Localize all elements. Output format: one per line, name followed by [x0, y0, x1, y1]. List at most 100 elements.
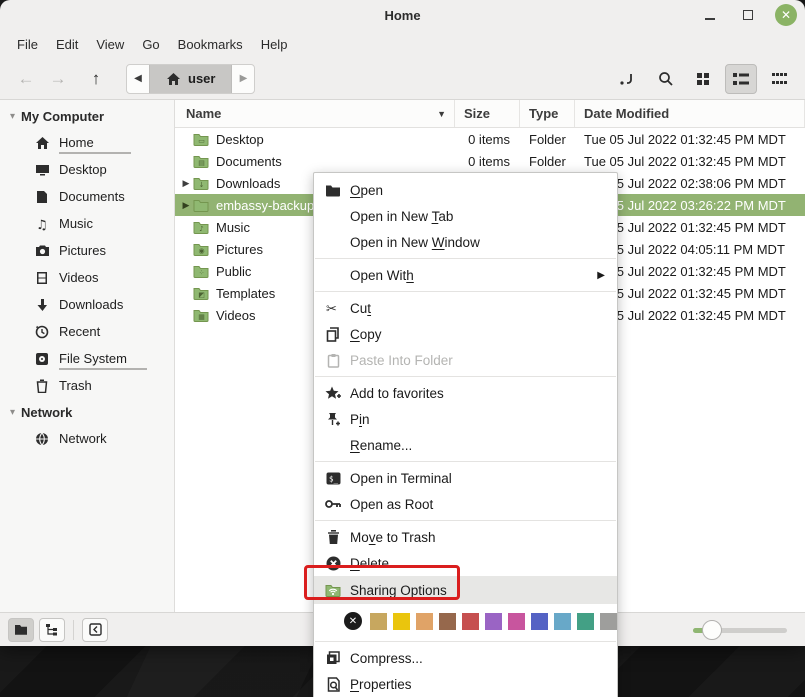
key-icon	[325, 499, 341, 509]
sidebar: ▾ My Computer Home Desktop Documents ♫ M…	[0, 100, 175, 612]
expander-icon[interactable]: ▶	[179, 178, 193, 189]
menu-item-rename[interactable]: Rename...	[314, 432, 617, 458]
list-view-button[interactable]	[725, 64, 757, 94]
color-swatch[interactable]	[531, 613, 548, 630]
menu-item-open-with[interactable]: Open With ▶	[314, 262, 617, 288]
expander-icon[interactable]: ▶	[179, 200, 193, 211]
menubar-item-go[interactable]: Go	[133, 33, 168, 56]
close-button[interactable]: ✕	[775, 4, 797, 26]
compress-icon	[326, 651, 340, 665]
column-headers: Name▼ Size Type Date Modified	[175, 100, 805, 128]
color-swatch[interactable]	[554, 613, 571, 630]
icon-view-button[interactable]	[687, 64, 719, 94]
search-button[interactable]	[649, 64, 681, 94]
zoom-slider-knob[interactable]	[702, 620, 722, 640]
places-toggle-button[interactable]	[8, 618, 34, 642]
menu-item-open[interactable]: Open	[314, 177, 617, 203]
menu-item-copy[interactable]: Copy	[314, 321, 617, 347]
sidebar-item-documents[interactable]: Documents	[0, 183, 174, 210]
open-folder-icon	[325, 184, 341, 197]
forward-button[interactable]: →	[42, 64, 74, 94]
menu-separator	[315, 641, 616, 642]
menubar-item-file[interactable]: File	[8, 33, 47, 56]
menu-item-cut[interactable]: ✂ Cut	[314, 295, 617, 321]
sidebar-item-trash[interactable]: Trash	[0, 372, 174, 399]
breadcrumb-item-user[interactable]: user	[149, 65, 232, 93]
file-row-desktop[interactable]: ▭ Desktop 0 items Folder Tue 05 Jul 2022…	[175, 128, 805, 150]
maximize-button[interactable]	[737, 4, 759, 26]
folder-downloads-icon: ↓	[193, 176, 209, 190]
menubar-item-edit[interactable]: Edit	[47, 33, 87, 56]
folder-desktop-icon: ▭	[193, 132, 209, 146]
menubar-item-bookmarks[interactable]: Bookmarks	[169, 33, 252, 56]
breadcrumb: ◀ user ▶	[126, 64, 255, 94]
menu-separator	[315, 376, 616, 377]
breadcrumb-scroll-right-button[interactable]: ▶	[232, 65, 254, 93]
chevron-right-icon: ▶	[240, 73, 248, 84]
menubar: FileEditViewGoBookmarksHelp	[0, 30, 805, 58]
hide-sidebar-button[interactable]	[82, 618, 108, 642]
color-swatch[interactable]	[508, 613, 525, 630]
up-button[interactable]: ↑	[80, 64, 112, 94]
color-swatch[interactable]	[485, 613, 502, 630]
color-swatch[interactable]	[370, 613, 387, 630]
menu-item-add-to-favorites[interactable]: Add to favorites	[314, 380, 617, 406]
sidebar-item-network[interactable]: Network	[0, 425, 174, 452]
folder-pictures-icon: ◉	[193, 242, 209, 256]
color-swatch[interactable]	[393, 613, 410, 630]
desktop-icon	[35, 163, 50, 177]
color-swatch[interactable]	[600, 613, 617, 630]
menu-item-properties[interactable]: Properties	[314, 671, 617, 697]
properties-icon	[327, 677, 340, 692]
sidebar-section-my-computer[interactable]: ▾ My Computer	[0, 103, 174, 129]
menu-item-open-in-new-tab[interactable]: Open in New Tab	[314, 203, 617, 229]
breadcrumb-scroll-left-button[interactable]: ◀	[127, 65, 149, 93]
color-swatch[interactable]	[439, 613, 456, 630]
menubar-item-help[interactable]: Help	[252, 33, 297, 56]
menu-item-pin[interactable]: Pin	[314, 406, 617, 432]
menu-item-delete[interactable]: Delete	[314, 550, 617, 576]
erase-color-button[interactable]: ✕	[344, 612, 362, 630]
column-header-type[interactable]: Type	[520, 100, 575, 127]
star-plus-icon	[325, 386, 341, 401]
sidebar-section-network[interactable]: ▾ Network	[0, 399, 174, 425]
minimize-button[interactable]	[699, 4, 721, 26]
color-swatch[interactable]	[416, 613, 433, 630]
sidebar-item-recent[interactable]: Recent	[0, 318, 174, 345]
erase-color-icon: ✕	[349, 616, 357, 627]
sidebar-item-videos[interactable]: Videos	[0, 264, 174, 291]
treeview-toggle-icon	[45, 623, 59, 636]
menu-item-sharing-options[interactable]: Sharing Options	[314, 576, 617, 604]
statusbar-divider	[73, 620, 74, 640]
download-icon	[36, 298, 49, 312]
compact-view-button[interactable]	[763, 64, 795, 94]
zoom-slider[interactable]	[693, 618, 793, 642]
column-header-date-modified[interactable]: Date Modified	[575, 100, 805, 127]
toolbar: ← → ↑ ◀ user ▶	[0, 58, 805, 100]
back-button[interactable]: ←	[10, 64, 42, 94]
svg-text:♫: ♫	[36, 218, 48, 231]
column-header-name[interactable]: Name▼	[175, 100, 455, 127]
sidebar-item-desktop[interactable]: Desktop	[0, 156, 174, 183]
location-entry-button[interactable]	[611, 64, 643, 94]
paste-icon	[327, 353, 340, 368]
menu-item-move-to-trash[interactable]: Move to Trash	[314, 524, 617, 550]
sidebar-item-home[interactable]: Home	[0, 129, 174, 156]
titlebar[interactable]: Home ✕	[0, 0, 805, 30]
trash-outline-icon	[36, 379, 48, 393]
treeview-toggle-button[interactable]	[39, 618, 65, 642]
menu-item-open-in-terminal[interactable]: $_ Open in Terminal	[314, 465, 617, 491]
sidebar-item-file-system[interactable]: File System	[0, 345, 174, 372]
sidebar-item-pictures[interactable]: Pictures	[0, 237, 174, 264]
menu-item-compress[interactable]: Compress...	[314, 645, 617, 671]
triangle-down-icon: ▾	[10, 407, 15, 418]
sidebar-item-downloads[interactable]: Downloads	[0, 291, 174, 318]
menu-item-open-in-new-window[interactable]: Open in New Window	[314, 229, 617, 255]
color-swatch[interactable]	[462, 613, 479, 630]
file-row-documents[interactable]: ▤ Documents 0 items Folder Tue 05 Jul 20…	[175, 150, 805, 172]
color-swatch[interactable]	[577, 613, 594, 630]
sidebar-item-music[interactable]: ♫ Music	[0, 210, 174, 237]
column-header-size[interactable]: Size	[455, 100, 520, 127]
menubar-item-view[interactable]: View	[87, 33, 133, 56]
menu-item-open-as-root[interactable]: Open as Root	[314, 491, 617, 517]
